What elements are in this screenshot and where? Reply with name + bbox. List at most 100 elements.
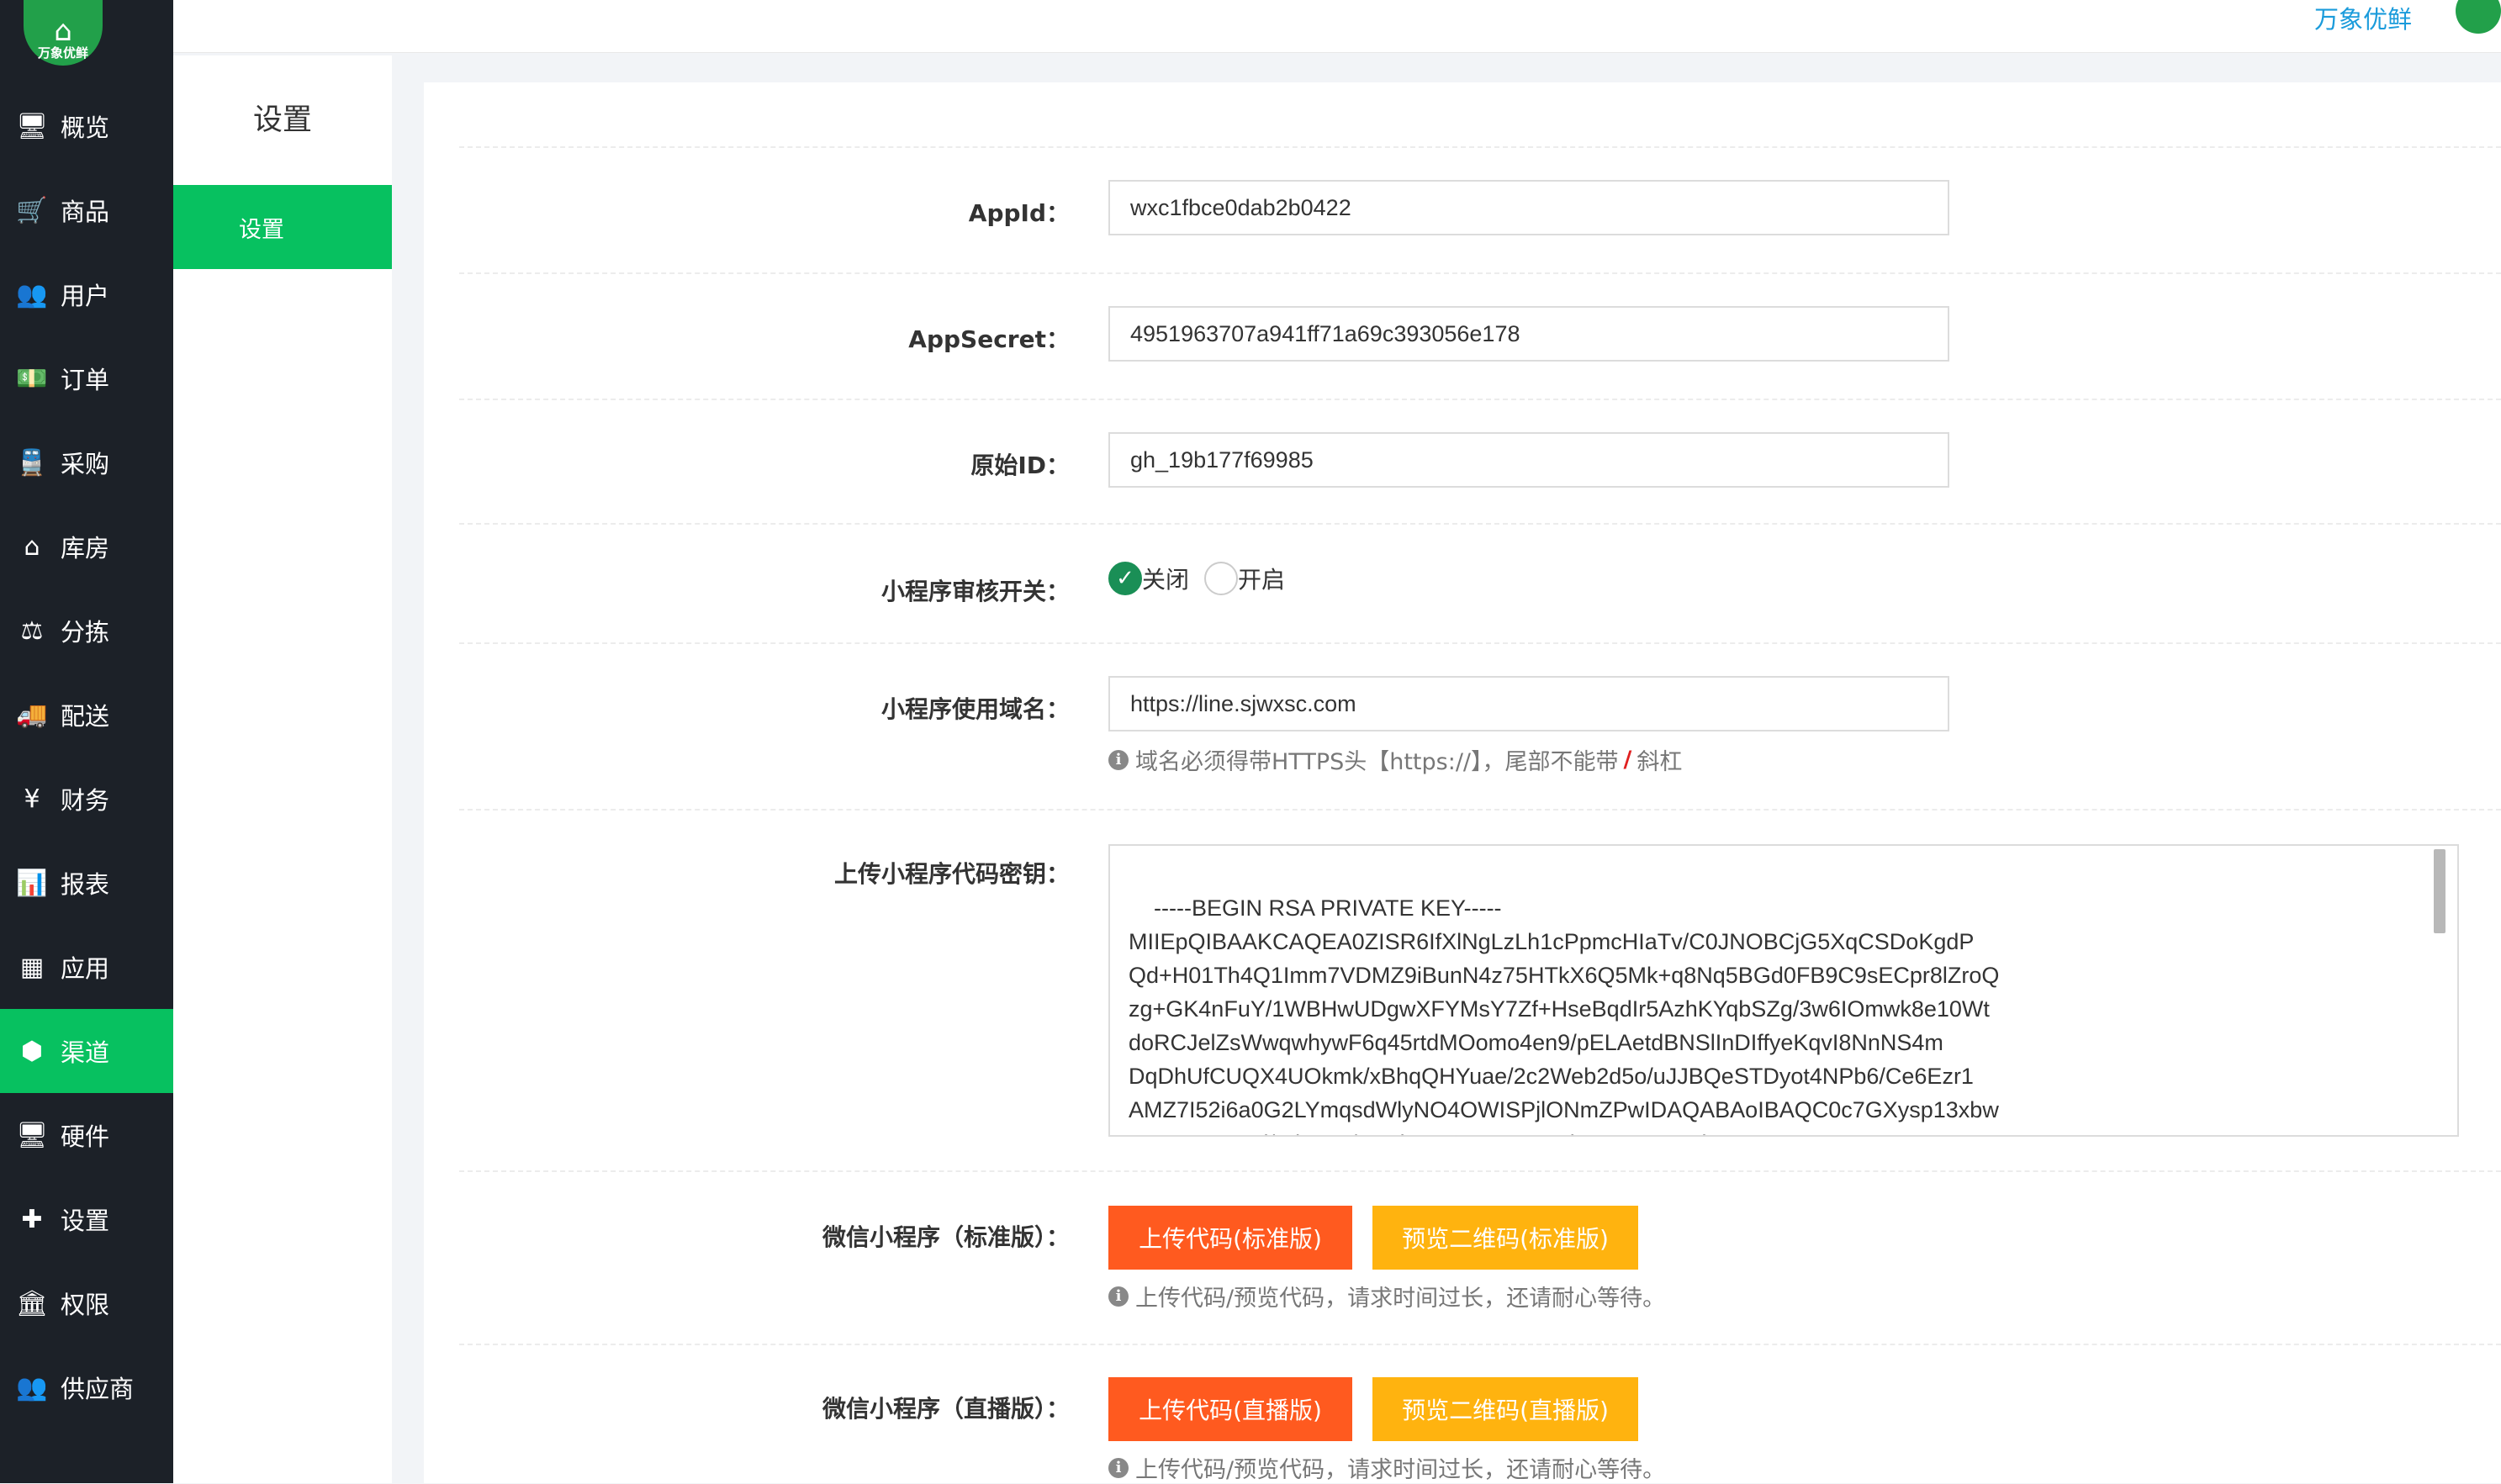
- live-hint-text: 上传代码/预览代码，请求时间过长，还请耐心等待。: [1135, 1457, 1666, 1483]
- sidebar-item-label: 库房: [61, 534, 110, 562]
- domain-hint: i 域名必须得带HTTPS头【https://】，尾部不能带 / 斜杠: [1108, 743, 1682, 776]
- desktop-icon: 🖥: [15, 1120, 49, 1150]
- standard-hint-text: 上传代码/预览代码，请求时间过长，还请耐心等待。: [1135, 1286, 1666, 1312]
- home-icon: ⌂: [24, 531, 40, 562]
- sidebar-item-13[interactable]: ✚ 设置: [0, 1177, 173, 1261]
- puzzle-icon: ✚: [21, 1204, 43, 1234]
- sidebar-item-label: 硬件: [61, 1122, 110, 1151]
- divider: [459, 146, 2501, 148]
- sidebar-item-label: 概览: [61, 114, 110, 142]
- standard-hint: i 上传代码/预览代码，请求时间过长，还请耐心等待。: [1108, 1280, 1665, 1312]
- sidebar-item-11[interactable]: ⬢ 渠道: [0, 1009, 173, 1093]
- monitor-icon: 🖥: [15, 111, 49, 141]
- sidebar-item-8[interactable]: ¥ 财务: [0, 757, 173, 841]
- sidebar-item-6[interactable]: ⚖ 分拣: [0, 589, 173, 673]
- sidebar-item-label: 权限: [61, 1291, 110, 1319]
- sidebar-item-1[interactable]: 🛒 商品: [0, 168, 173, 252]
- secondary-nav-title: 设置: [252, 103, 312, 137]
- standard-label: 微信小程序（标准版）：: [822, 1223, 1070, 1251]
- review-switch-radio-group: ✓ 关闭 开启: [1108, 562, 1300, 595]
- sidebar: ⌂ 万象优鲜 🖥 概览 🛒 商品 👥 用户 💵 订单 🚆 采购 ⌂ 库房 ⚖ 分拣 🚚 配送 ¥ 财务 📊 报表 ▦ 应用…: [0, 0, 173, 1483]
- upload-standard-button[interactable]: 上传代码(标准版): [1108, 1206, 1352, 1270]
- review-off-radio[interactable]: ✓ 关闭: [1108, 562, 1189, 595]
- sidebar-item-label: 分拣: [61, 618, 110, 647]
- review-on-label: 开启: [1238, 566, 1286, 594]
- divider: [459, 1170, 2501, 1172]
- sidebar-item-12[interactable]: 🖥 硬件: [0, 1093, 173, 1177]
- sidebar-item-label: 用户: [61, 282, 110, 310]
- sidebar-item-label: 设置: [61, 1207, 110, 1235]
- divider: [459, 1344, 2501, 1345]
- review-on-radio[interactable]: 开启: [1204, 562, 1285, 595]
- live-hint: i 上传代码/预览代码，请求时间过长，还请耐心等待。: [1108, 1451, 1665, 1484]
- upload-key-label: 上传小程序代码密钥：: [833, 860, 1070, 888]
- truck-icon: 🚚: [16, 700, 48, 730]
- sidebar-item-5[interactable]: ⌂ 库房: [0, 504, 173, 589]
- users-icon: 👥: [16, 1372, 48, 1402]
- preview-standard-button[interactable]: 预览二维码(标准版): [1372, 1206, 1638, 1270]
- upload-key-value: -----BEGIN RSA PRIVATE KEY----- MIIEpQIB…: [1129, 895, 2000, 1135]
- upload-key-textarea[interactable]: -----BEGIN RSA PRIVATE KEY----- MIIEpQIB…: [1108, 844, 2459, 1137]
- sidebar-item-2[interactable]: 👥 用户: [0, 252, 173, 336]
- textarea-scrollbar[interactable]: [2434, 849, 2445, 933]
- domain-hint-text: 域名必须得带HTTPS头【https://】，尾部不能带: [1135, 749, 1619, 775]
- domain-hint-suffix: 斜杠: [1636, 749, 1683, 775]
- domain-input[interactable]: https://line.sjwxsc.com: [1108, 676, 1949, 731]
- upload-live-button[interactable]: 上传代码(直播版): [1108, 1377, 1352, 1441]
- preview-live-button[interactable]: 预览二维码(直播版): [1372, 1377, 1638, 1441]
- divider: [459, 399, 2501, 400]
- secondary-nav: 设置 设置: [173, 55, 392, 1483]
- money-icon: 💵: [16, 363, 48, 393]
- logo-text: 万象优鲜: [37, 45, 88, 61]
- info-icon: i: [1108, 749, 1129, 770]
- sidebar-item-label: 报表: [61, 870, 110, 899]
- original-id-label: 原始ID：: [970, 452, 1070, 479]
- review-off-label: 关闭: [1142, 566, 1190, 594]
- apps-icon: ▦: [19, 952, 45, 982]
- cube-icon: ⬢: [20, 1036, 44, 1066]
- domain-label: 小程序使用域名：: [880, 695, 1070, 723]
- sidebar-item-label: 供应商: [61, 1375, 135, 1403]
- sidebar-item-14[interactable]: 🏛 权限: [0, 1261, 173, 1345]
- train-icon: 🚆: [16, 447, 48, 478]
- appid-input[interactable]: wxc1fbce0dab2b0422: [1108, 180, 1949, 235]
- avatar[interactable]: [2456, 0, 2501, 34]
- sidebar-item-label: 订单: [61, 366, 110, 394]
- house-logo-icon: ⌂: [54, 14, 72, 48]
- check-icon: ✓: [1108, 562, 1142, 595]
- secondary-nav-item-settings[interactable]: 设置: [173, 185, 392, 269]
- bank-icon: 🏛: [15, 1288, 49, 1318]
- divider: [459, 523, 2501, 525]
- live-label: 微信小程序（直播版）：: [822, 1395, 1070, 1423]
- sidebar-item-10[interactable]: ▦ 应用: [0, 925, 173, 1009]
- appsecret-input[interactable]: 4951963707a941ff71a69c393056e178: [1108, 306, 1949, 362]
- divider: [459, 642, 2501, 644]
- sidebar-item-4[interactable]: 🚆 采购: [0, 420, 173, 504]
- sidebar-item-label: 应用: [61, 954, 110, 983]
- info-icon: i: [1108, 1286, 1129, 1307]
- sidebar-item-3[interactable]: 💵 订单: [0, 336, 173, 420]
- review-switch-label: 小程序审核开关：: [880, 578, 1070, 605]
- sidebar-item-label: 渠道: [61, 1038, 110, 1067]
- appid-label: AppId：: [968, 199, 1070, 227]
- domain-hint-slash: /: [1623, 747, 1632, 773]
- bar-chart-icon: 📊: [16, 868, 48, 898]
- appsecret-label: AppSecret：: [908, 325, 1070, 353]
- sidebar-item-9[interactable]: 📊 报表: [0, 841, 173, 925]
- top-header: 万象优鲜: [173, 0, 2501, 53]
- original-id-input[interactable]: gh_19b177f69985: [1108, 432, 1949, 488]
- sidebar-item-7[interactable]: 🚚 配送: [0, 673, 173, 757]
- users-icon: 👥: [16, 279, 48, 309]
- divider: [459, 809, 2501, 811]
- brand-logo[interactable]: ⌂ 万象优鲜: [24, 0, 103, 66]
- cart-icon: 🛒: [16, 195, 48, 225]
- sidebar-item-label: 财务: [61, 786, 110, 815]
- sidebar-item-15[interactable]: 👥 供应商: [0, 1345, 173, 1429]
- header-brand-link[interactable]: 万象优鲜: [2314, 0, 2412, 35]
- settings-form: AppId： wxc1fbce0dab2b0422 AppSecret： 495…: [424, 82, 2501, 1483]
- info-icon: i: [1108, 1457, 1129, 1478]
- radio-circle-icon: [1204, 562, 1239, 595]
- sidebar-item-0[interactable]: 🖥 概览: [0, 84, 173, 168]
- sidebar-item-label: 采购: [61, 450, 110, 478]
- sidebar-item-label: 配送: [61, 702, 110, 731]
